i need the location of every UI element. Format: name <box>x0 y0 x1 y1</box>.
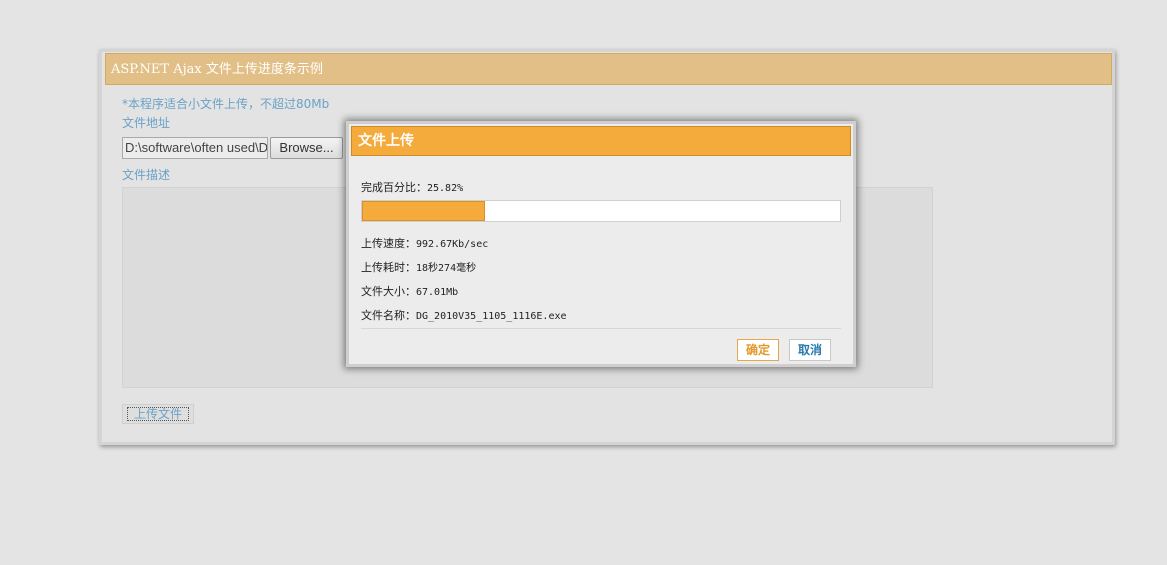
elapsed-value: 18秒274毫秒 <box>416 263 477 274</box>
dialog-divider <box>361 328 841 329</box>
progress-bar-fill <box>362 201 486 221</box>
elapsed-label: 上传耗时： <box>361 261 416 274</box>
speed-row: 上传速度：992.67Kb/sec <box>361 235 488 251</box>
elapsed-row: 上传耗时：18秒274毫秒 <box>361 259 476 275</box>
file-path-label: 文件地址 <box>122 116 171 130</box>
dialog-title: 文件上传 <box>351 126 851 156</box>
percent-row: 完成百分比：25.82% <box>361 179 463 195</box>
upload-progress-dialog: 文件上传 完成百分比：25.82% 上传速度：992.67Kb/sec 上传耗时… <box>346 121 856 367</box>
upload-file-button-label: 上传文件 <box>127 407 189 421</box>
filename-row: 文件名称：DG_2010V35_1105_1116E.exe <box>361 307 567 323</box>
percent-value: 25.82% <box>427 183 464 194</box>
size-label: 文件大小： <box>361 285 416 298</box>
speed-label: 上传速度： <box>361 237 416 250</box>
progress-bar <box>361 200 841 222</box>
upload-file-button[interactable]: 上传文件 <box>122 404 194 424</box>
file-path-input[interactable]: D:\software\often used\D <box>122 137 268 159</box>
filename-value: DG_2010V35_1105_1116E.exe <box>416 311 567 322</box>
page-title: ASP.NET Ajax 文件上传进度条示例 <box>105 53 1112 85</box>
speed-value: 992.67Kb/sec <box>416 239 489 250</box>
size-value: 67.01Mb <box>416 287 459 298</box>
cancel-button[interactable]: 取消 <box>789 339 831 361</box>
ok-button[interactable]: 确定 <box>737 339 779 361</box>
file-description-label: 文件描述 <box>122 168 171 182</box>
browse-button[interactable]: Browse... <box>270 137 343 159</box>
size-limit-note: *本程序适合小文件上传，不超过80Mb <box>122 97 330 111</box>
percent-label: 完成百分比： <box>361 181 427 194</box>
size-row: 文件大小：67.01Mb <box>361 283 458 299</box>
filename-label: 文件名称： <box>361 309 416 322</box>
